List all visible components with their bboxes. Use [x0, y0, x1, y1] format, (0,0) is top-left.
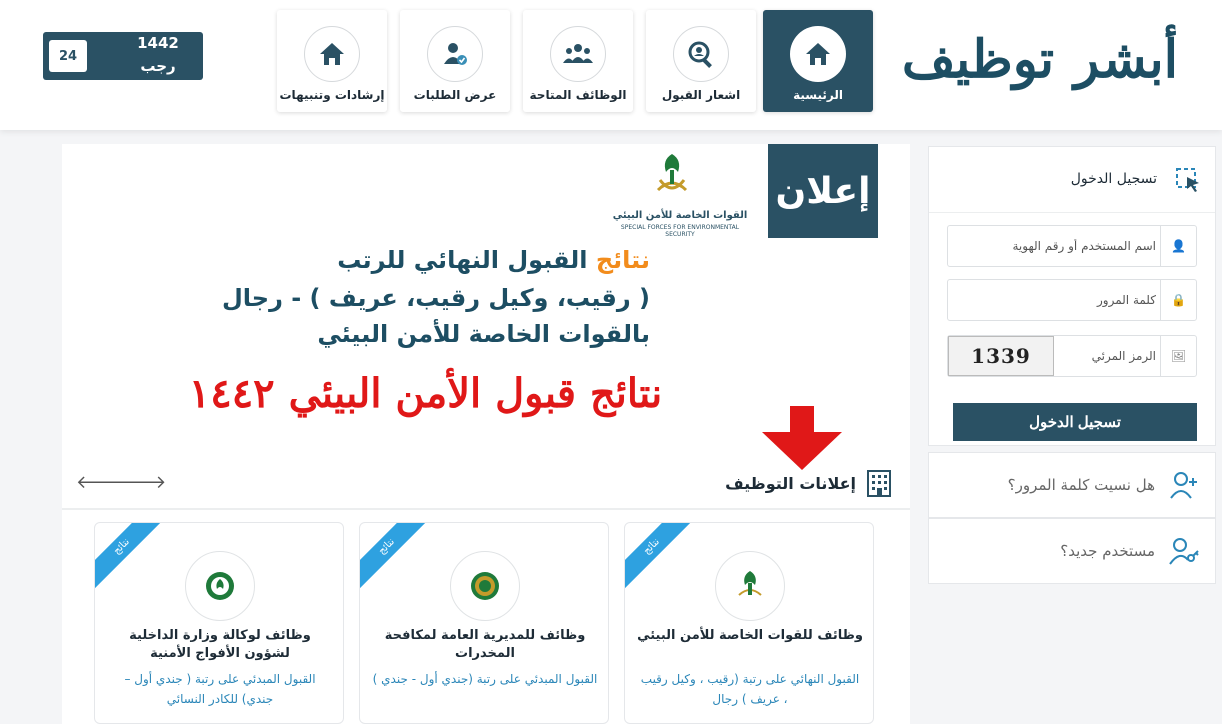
section-divider: [62, 508, 910, 510]
job-card-description[interactable]: القبول المبدئي على رتبة (جندي أول - جندي…: [372, 669, 598, 689]
new-user-label: مستخدم جديد؟: [1060, 542, 1155, 560]
date-day: 24: [49, 40, 87, 72]
banner-line-3: بالقوات الخاصة للأمن البيئي: [317, 320, 650, 348]
results-ribbon: نتائج: [95, 523, 168, 593]
login-cursor-icon: [1176, 168, 1199, 192]
login-panel: تسجيل الدخول 👤 🔒 🖼 1339 تسجيل الدخول: [928, 146, 1216, 446]
job-card-title: وظائف لوكالة وزارة الداخلية لشؤون الأفوا…: [129, 628, 311, 661]
user-plus-icon: [1170, 472, 1197, 499]
username-field[interactable]: 👤: [947, 225, 1197, 267]
banner-line-1: نتائج القبول النهائي للرتب: [337, 246, 650, 274]
home-icon: [304, 26, 360, 82]
saudi-emblem-icon: [656, 154, 688, 192]
captcha-image: 1339: [948, 336, 1054, 376]
banner-line-1-highlight: نتائج: [595, 246, 650, 274]
job-card-title: وظائف للمديرية العامة لمكافحة المخدرات: [384, 628, 586, 661]
job-card-title: وظائف للقوات الخاصة للأمن البيئي: [637, 628, 863, 643]
nav-home-label: الرئيسية: [793, 88, 843, 102]
job-card[interactable]: نتائج وظائف لوكالة وزارة الداخلية لشؤون …: [94, 522, 344, 724]
org-logo-icon: [715, 551, 785, 621]
org-logo-icon: [450, 551, 520, 621]
password-input[interactable]: [956, 286, 1156, 314]
building-icon: [867, 470, 891, 497]
password-field[interactable]: 🔒: [947, 279, 1197, 321]
new-user-link[interactable]: مستخدم جديد؟: [928, 518, 1216, 584]
results-ribbon: نتائج: [625, 523, 698, 593]
forgot-password-link[interactable]: هل نسيت كلمة المرور؟: [928, 452, 1216, 518]
nav-requests-label: عرض الطلبات: [413, 88, 497, 102]
date-year: 1442: [137, 34, 179, 52]
section-title: إعلانات التوظيف: [725, 473, 856, 493]
job-card[interactable]: نتائج وظائف للمديرية العامة لمكافحة المخ…: [359, 522, 609, 724]
banner-line-2: ( رقيب، وكيل رقيب، عريف ) - رجال: [221, 284, 650, 312]
username-input[interactable]: [956, 232, 1156, 260]
logo-word-absher: أبشر: [1074, 28, 1180, 90]
absher-tawdheef-logo[interactable]: أبشر توظيف: [902, 14, 1180, 104]
results-ribbon: نتائج: [360, 523, 433, 593]
job-card[interactable]: نتائج وظائف للقوات الخاصة للأمن البيئي ا…: [624, 522, 874, 724]
job-card-description[interactable]: القبول النهائي على رتبة (رقيب ، وكيل رقي…: [637, 669, 863, 709]
nav-acceptance-notice[interactable]: اشعار القبول: [646, 10, 756, 112]
user-check-icon: [427, 26, 483, 82]
forgot-password-label: هل نسيت كلمة المرور؟: [1007, 476, 1155, 494]
job-card-description[interactable]: القبول المبدئي على رتبة ( جندي أول – جند…: [107, 669, 333, 709]
nav-view-requests[interactable]: عرض الطلبات: [400, 10, 510, 112]
captcha-field[interactable]: 🖼 1339: [947, 335, 1197, 377]
hijri-date-widget: 24 1442 رجب: [43, 32, 203, 80]
nav-guidance-label: إرشادات وتنبيهات: [279, 88, 385, 102]
org-name-english: SPECIAL FORCES FOR ENVIRONMENTAL SECURIT…: [620, 224, 740, 238]
top-header: أبشر توظيف الرئيسية اشعار القبول الوظائف…: [0, 0, 1222, 130]
job-ads-section: إعلانات التوظيف 🡐 🡒 نتائج وظائف للقوات ا…: [62, 450, 910, 724]
home-icon: [790, 26, 846, 82]
nav-home[interactable]: الرئيسية: [763, 10, 873, 112]
red-arrow-down-icon: [762, 406, 842, 470]
user-key-icon: [1169, 538, 1199, 565]
section-header: إعلانات التوظيف: [725, 468, 894, 498]
logo-word-tawdheef: توظيف: [901, 28, 1056, 90]
announcement-badge: إعلان: [768, 144, 878, 238]
user-icon: 👤: [1160, 226, 1196, 266]
group-icon: [550, 26, 606, 82]
org-logo-icon: [185, 551, 255, 621]
org-name-arabic: القوات الخاصة للأمن البيئي: [612, 210, 748, 221]
login-header: تسجيل الدخول: [929, 147, 1215, 213]
lock-icon: 🔒: [1160, 280, 1196, 320]
nav-guidance-alerts[interactable]: إرشادات وتنبيهات: [277, 10, 387, 112]
nav-jobs-label: الوظائف المتاحة: [529, 88, 627, 102]
image-icon: 🖼: [1160, 336, 1196, 376]
nav-acceptance-label: اشعار القبول: [661, 88, 741, 102]
login-button[interactable]: تسجيل الدخول: [953, 403, 1197, 441]
carousel-next-arrow-icon[interactable]: 🡒: [118, 472, 166, 493]
date-month: رجب: [140, 57, 176, 75]
login-title: تسجيل الدخول: [1070, 171, 1157, 187]
nav-available-jobs[interactable]: الوظائف المتاحة: [523, 10, 633, 112]
results-headline: نتائج قبول الأمن البيئي ١٤٤٢: [188, 370, 663, 417]
banner-line-1-rest: القبول النهائي للرتب: [337, 246, 588, 274]
search-person-icon: [673, 26, 729, 82]
